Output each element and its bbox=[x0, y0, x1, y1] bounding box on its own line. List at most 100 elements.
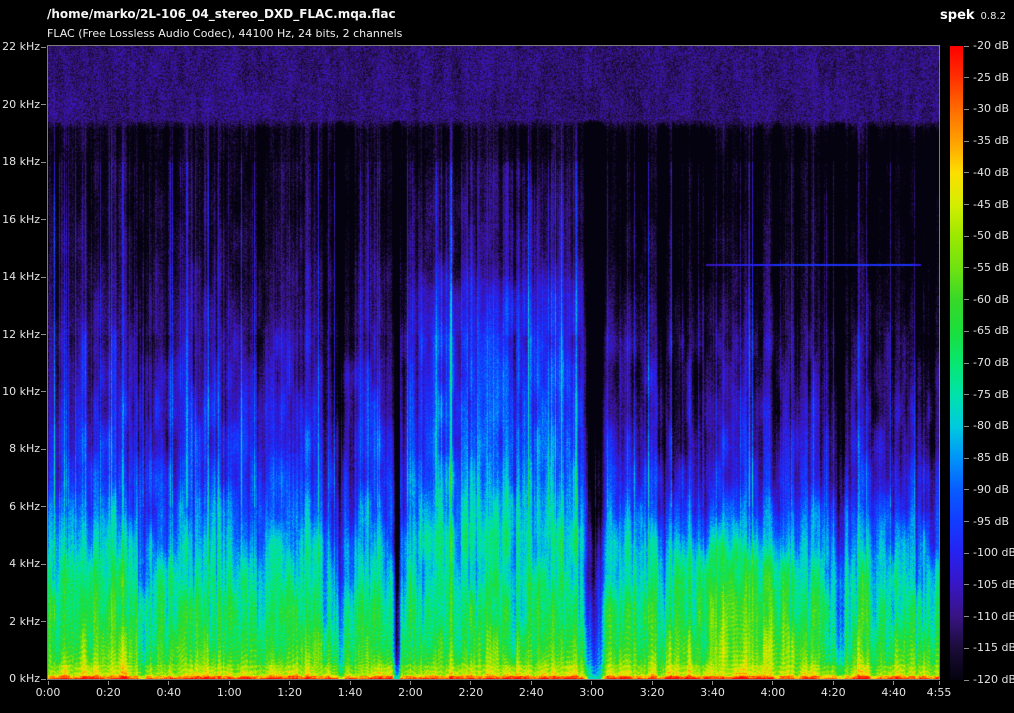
freq-tick-mark bbox=[41, 449, 46, 450]
db-tick-label: -90 dB bbox=[973, 483, 1009, 497]
db-tick-label: -65 dB bbox=[973, 324, 1009, 338]
freq-tick-mark bbox=[41, 506, 46, 507]
db-tick-label: -55 dB bbox=[973, 261, 1009, 275]
time-tick-mark bbox=[289, 681, 290, 685]
db-tick-label: -110 dB bbox=[973, 610, 1014, 624]
db-tick-mark bbox=[964, 204, 969, 205]
freq-tick-label: 18 kHz bbox=[2, 155, 40, 169]
db-tick-label: -50 dB bbox=[973, 229, 1009, 243]
freq-tick-label: 20 kHz bbox=[2, 98, 40, 112]
db-tick-label: -35 dB bbox=[973, 134, 1009, 148]
db-tick-mark bbox=[964, 489, 969, 490]
time-tick-label: 2:40 bbox=[507, 686, 555, 700]
db-tick-mark bbox=[964, 46, 969, 47]
freq-tick-mark bbox=[41, 334, 46, 335]
time-tick-mark bbox=[410, 681, 411, 685]
db-tick-mark bbox=[964, 521, 969, 522]
time-tick-label: 0:00 bbox=[24, 686, 72, 700]
time-tick-label: 3:40 bbox=[688, 686, 736, 700]
db-tick-mark bbox=[964, 616, 969, 617]
spectrogram-plot bbox=[47, 45, 940, 680]
app-brand: spek 0.8.2 bbox=[940, 8, 1006, 23]
db-tick-mark bbox=[964, 553, 969, 554]
spectrogram-canvas[interactable] bbox=[48, 46, 939, 679]
db-tick-label: -70 dB bbox=[973, 356, 1009, 370]
time-tick-mark bbox=[833, 681, 834, 685]
db-tick-mark bbox=[964, 109, 969, 110]
freq-tick-label: 6 kHz bbox=[2, 500, 40, 514]
time-tick-label: 1:20 bbox=[266, 686, 314, 700]
db-tick-mark bbox=[964, 141, 969, 142]
file-path-title: /home/marko/2L-106_04_stereo_DXD_FLAC.mq… bbox=[47, 7, 396, 21]
time-tick-mark bbox=[772, 681, 773, 685]
db-tick-mark bbox=[964, 299, 969, 300]
freq-tick-mark bbox=[41, 621, 46, 622]
freq-tick-mark bbox=[41, 391, 46, 392]
db-tick-label: -105 dB bbox=[973, 578, 1014, 592]
time-tick-mark bbox=[652, 681, 653, 685]
time-tick-label: 4:00 bbox=[749, 686, 797, 700]
db-tick-label: -30 dB bbox=[973, 102, 1009, 116]
freq-tick-label: 2 kHz bbox=[2, 615, 40, 629]
app-window: { "app": {"name": "spek", "version": "0.… bbox=[0, 0, 1014, 713]
time-tick-label: 3:20 bbox=[628, 686, 676, 700]
time-tick-mark bbox=[350, 681, 351, 685]
time-tick-mark bbox=[893, 681, 894, 685]
time-tick-label: 4:20 bbox=[809, 686, 857, 700]
db-tick-label: -45 dB bbox=[973, 198, 1009, 212]
time-tick-label: 1:00 bbox=[205, 686, 253, 700]
db-tick-label: -20 dB bbox=[973, 39, 1009, 53]
db-tick-label: -60 dB bbox=[973, 293, 1009, 307]
freq-tick-label: 22 kHz bbox=[2, 40, 40, 54]
time-tick-mark bbox=[470, 681, 471, 685]
db-tick-label: -80 dB bbox=[973, 419, 1009, 433]
app-version: 0.8.2 bbox=[981, 11, 1006, 22]
freq-tick-label: 0 kHz bbox=[2, 672, 40, 686]
db-tick-mark bbox=[964, 584, 969, 585]
format-info: FLAC (Free Lossless Audio Codec), 44100 … bbox=[47, 27, 402, 40]
time-tick-label: 3:00 bbox=[568, 686, 616, 700]
db-tick-label: -85 dB bbox=[973, 451, 1009, 465]
db-tick-mark bbox=[964, 394, 969, 395]
time-tick-label: 1:40 bbox=[326, 686, 374, 700]
db-tick-label: -100 dB bbox=[973, 546, 1014, 560]
db-tick-mark bbox=[964, 426, 969, 427]
freq-tick-mark bbox=[41, 679, 46, 680]
db-tick-label: -40 dB bbox=[973, 166, 1009, 180]
time-tick-label: 0:40 bbox=[145, 686, 193, 700]
freq-tick-label: 14 kHz bbox=[2, 270, 40, 284]
db-tick-mark bbox=[964, 236, 969, 237]
db-tick-mark bbox=[964, 77, 969, 78]
freq-tick-mark bbox=[41, 219, 46, 220]
time-tick-label: 2:20 bbox=[447, 686, 495, 700]
time-tick-mark bbox=[591, 681, 592, 685]
db-tick-mark bbox=[964, 363, 969, 364]
db-tick-label: -115 dB bbox=[973, 641, 1014, 655]
db-tick-label: -25 dB bbox=[973, 71, 1009, 85]
db-tick-mark bbox=[964, 331, 969, 332]
db-tick-label: -120 dB bbox=[973, 673, 1014, 687]
time-tick-mark bbox=[168, 681, 169, 685]
freq-tick-label: 10 kHz bbox=[2, 385, 40, 399]
db-tick-label: -95 dB bbox=[973, 515, 1009, 529]
time-tick-mark bbox=[712, 681, 713, 685]
db-tick-mark bbox=[964, 458, 969, 459]
db-tick-mark bbox=[964, 267, 969, 268]
db-tick-mark bbox=[964, 680, 969, 681]
time-tick-label: 4:55 bbox=[915, 686, 963, 700]
colorbar-gradient bbox=[950, 46, 963, 680]
time-tick-label: 4:40 bbox=[870, 686, 918, 700]
freq-tick-mark bbox=[41, 162, 46, 163]
time-tick-mark bbox=[939, 681, 940, 685]
freq-tick-mark bbox=[41, 104, 46, 105]
app-name: spek bbox=[940, 8, 975, 23]
freq-tick-mark bbox=[41, 564, 46, 565]
freq-tick-label: 4 kHz bbox=[2, 557, 40, 571]
time-tick-mark bbox=[48, 681, 49, 685]
freq-tick-mark bbox=[41, 47, 46, 48]
freq-tick-label: 16 kHz bbox=[2, 213, 40, 227]
time-tick-mark bbox=[531, 681, 532, 685]
db-tick-label: -75 dB bbox=[973, 388, 1009, 402]
time-tick-mark bbox=[108, 681, 109, 685]
freq-tick-label: 8 kHz bbox=[2, 442, 40, 456]
